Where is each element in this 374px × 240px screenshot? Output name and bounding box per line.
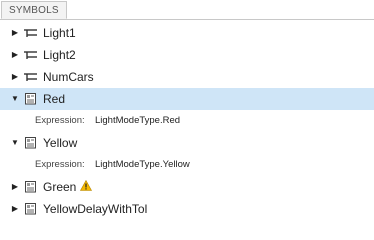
chevron-right-icon[interactable]: ▶ bbox=[10, 50, 20, 60]
symbols-tree: ▶ Light1 ▶ Light2 ▶ NumCars ▼ Red Expres… bbox=[0, 22, 374, 220]
tree-row-light2[interactable]: ▶ Light2 bbox=[0, 44, 374, 66]
symbol-name: Red bbox=[43, 92, 66, 106]
tree-row-numcars[interactable]: ▶ NumCars bbox=[0, 66, 374, 88]
data-port-icon bbox=[24, 73, 37, 81]
symbol-name: Yellow bbox=[43, 136, 78, 150]
tree-row-yellow[interactable]: ▼ Yellow bbox=[0, 132, 374, 154]
symbol-name: Light2 bbox=[43, 48, 76, 62]
expression-label: Expression: bbox=[35, 159, 85, 170]
tree-row-red[interactable]: ▼ Red bbox=[0, 88, 374, 110]
chevron-right-icon[interactable]: ▶ bbox=[10, 204, 20, 214]
chevron-right-icon[interactable]: ▶ bbox=[10, 72, 20, 82]
chevron-right-icon[interactable]: ▶ bbox=[10, 28, 20, 38]
chevron-down-icon[interactable]: ▼ bbox=[10, 138, 20, 148]
symbol-name: Green bbox=[43, 180, 77, 194]
tab-bar: SYMBOLS bbox=[0, 0, 374, 20]
tree-row-light1[interactable]: ▶ Light1 bbox=[0, 22, 374, 44]
expression-value[interactable]: LightModeType.Yellow bbox=[95, 154, 190, 176]
expression-row-red: Expression: LightModeType.Red bbox=[0, 110, 374, 132]
data-port-icon bbox=[24, 29, 37, 37]
expression-label: Expression: bbox=[35, 115, 85, 126]
constant-icon bbox=[25, 203, 36, 215]
chevron-right-icon[interactable]: ▶ bbox=[10, 182, 20, 192]
constant-icon bbox=[25, 137, 36, 149]
warning-icon[interactable] bbox=[80, 180, 92, 191]
constant-icon bbox=[25, 93, 36, 105]
constant-icon bbox=[25, 181, 36, 193]
expression-value[interactable]: LightModeType.Red bbox=[95, 110, 180, 132]
data-port-icon bbox=[24, 51, 37, 59]
tree-row-green[interactable]: ▶ Green bbox=[0, 176, 374, 198]
symbol-name: NumCars bbox=[43, 70, 94, 84]
symbol-name: YellowDelayWithTol bbox=[43, 202, 148, 216]
tab-symbols[interactable]: SYMBOLS bbox=[1, 1, 67, 19]
chevron-down-icon[interactable]: ▼ bbox=[10, 94, 20, 104]
expression-row-yellow: Expression: LightModeType.Yellow bbox=[0, 154, 374, 176]
symbol-name: Light1 bbox=[43, 26, 76, 40]
tree-row-yellowdelaywithtol[interactable]: ▶ YellowDelayWithTol bbox=[0, 198, 374, 220]
